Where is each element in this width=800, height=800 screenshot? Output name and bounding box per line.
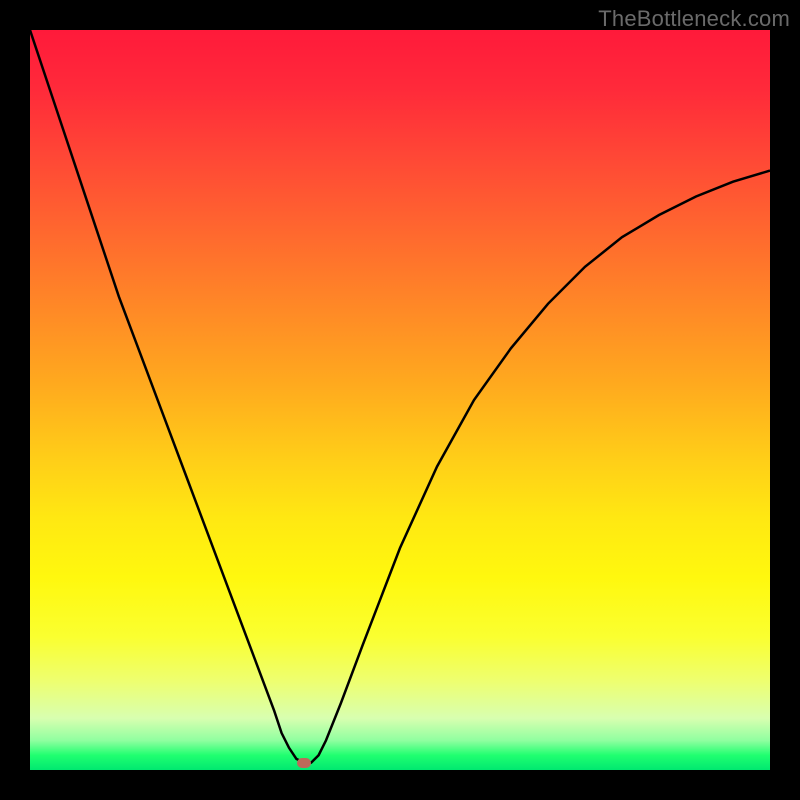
plot-area <box>30 30 770 770</box>
optimum-marker <box>297 758 311 768</box>
curve-svg <box>30 30 770 770</box>
watermark-text: TheBottleneck.com <box>598 6 790 32</box>
chart-frame: TheBottleneck.com <box>0 0 800 800</box>
bottleneck-curve <box>30 30 770 763</box>
